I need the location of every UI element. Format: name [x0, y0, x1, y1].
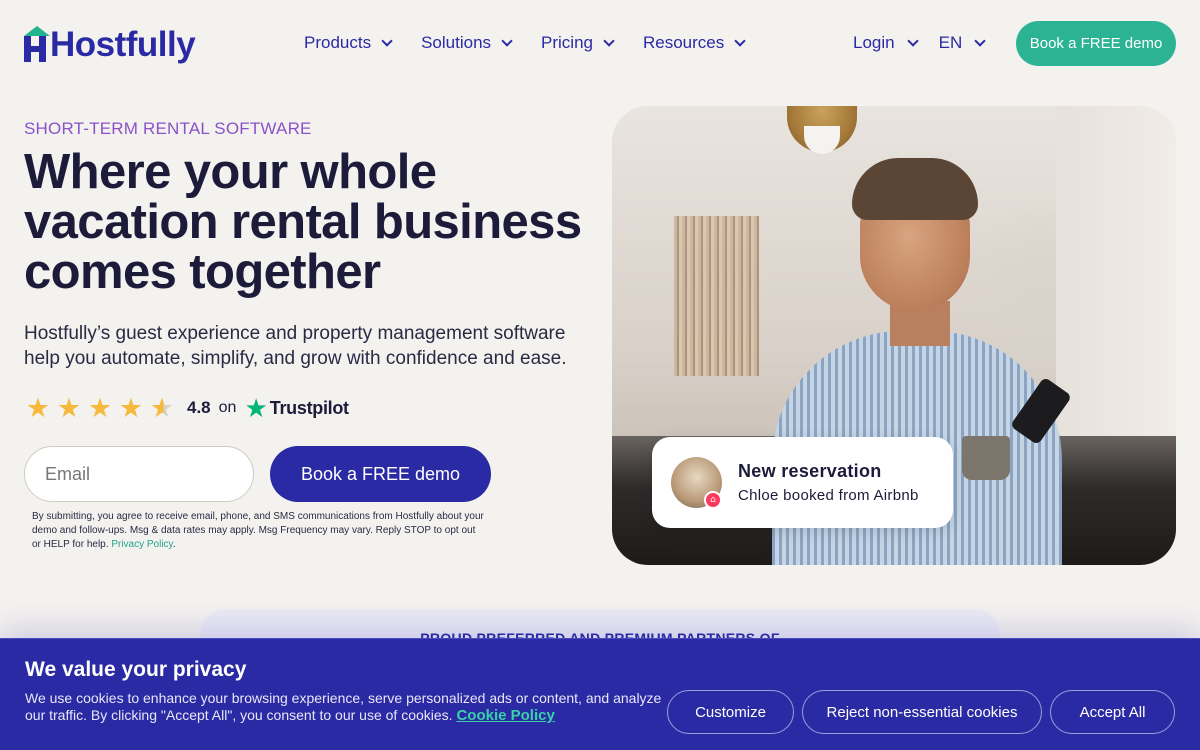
chevron-down-icon: [603, 35, 615, 47]
reject-cookies-button[interactable]: Reject non-essential cookies: [802, 690, 1042, 734]
nav-label: Products: [304, 33, 372, 52]
chevron-down-icon: [734, 35, 746, 47]
chevron-down-icon: [381, 35, 393, 47]
nav-resources[interactable]: Resources: [643, 30, 746, 56]
hero-eyebrow: SHORT-TERM RENTAL SOFTWARE: [24, 119, 312, 138]
airbnb-icon: ⌂: [704, 491, 722, 509]
chevron-down-icon: [906, 35, 919, 47]
sms-disclaimer: By submitting, you agree to receive emai…: [32, 511, 484, 550]
hero-subtitle: Hostfully’s guest experience and propert…: [24, 323, 567, 369]
cookie-text: We use cookies to enhance your browsing …: [25, 690, 665, 724]
cookie-body: We use cookies to enhance your browsing …: [25, 690, 662, 723]
nav-label: Resources: [643, 33, 725, 52]
customize-button[interactable]: Customize: [667, 690, 794, 734]
language-selector[interactable]: EN: [938, 30, 986, 56]
trustpilot-star-icon: ★: [244, 393, 268, 423]
notification-title: New reservation: [738, 461, 882, 481]
main-nav: Products Solutions Pricing Resources: [304, 30, 774, 56]
trustpilot-rating[interactable]: ★ ★ ★ ★ ★ 4.8 on ★ Trustpilot: [24, 394, 349, 422]
wall-tapestry: [674, 216, 759, 376]
rating-score: 4.8: [187, 398, 211, 417]
privacy-policy-link[interactable]: Privacy Policy: [111, 539, 173, 550]
reservation-notification-card: ⌂ New reservation Chloe booked from Airb…: [652, 437, 953, 528]
site-header: Hostfully Products Solutions Pricing Res…: [0, 0, 1200, 86]
login-menu[interactable]: Login: [853, 30, 919, 56]
nav-pricing[interactable]: Pricing: [541, 30, 615, 56]
coffee-mug: [962, 436, 1010, 480]
nav-label: Pricing: [541, 33, 593, 52]
hostfully-logo[interactable]: Hostfully: [24, 22, 196, 64]
cookie-title: We value your privacy: [25, 658, 247, 681]
book-demo-button[interactable]: Book a FREE demo: [270, 446, 491, 502]
star-icon: ★: [87, 393, 113, 423]
rating-on: on: [218, 399, 237, 416]
nav-solutions[interactable]: Solutions: [421, 30, 513, 56]
cookie-policy-link[interactable]: Cookie Policy: [456, 707, 554, 724]
house-icon: [24, 24, 50, 62]
nav-products[interactable]: Products: [304, 30, 393, 56]
disclaimer-text: By submitting, you agree to receive emai…: [32, 511, 484, 550]
notification-subtitle: Chloe booked from Airbnb: [738, 487, 919, 504]
cookie-banner: We value your privacy We use cookies to …: [0, 638, 1200, 750]
star-icon: ★: [118, 393, 144, 423]
chevron-down-icon: [974, 35, 986, 47]
header-book-demo-button[interactable]: Book a FREE demo: [1016, 21, 1176, 66]
trustpilot-wordmark: Trustpilot: [269, 397, 349, 418]
login-label: Login: [853, 33, 895, 52]
language-label: EN: [938, 33, 963, 52]
hero-title: Where your whole vacation rental busines…: [24, 145, 582, 299]
email-field[interactable]: [24, 446, 254, 502]
star-icon: ★: [25, 393, 51, 423]
nav-label: Solutions: [421, 33, 492, 52]
nav-right: Login EN: [853, 30, 1006, 56]
hero-photo: ⌂ New reservation Chloe booked from Airb…: [612, 106, 1176, 565]
half-star-icon: ★: [149, 393, 175, 423]
accept-all-button[interactable]: Accept All: [1050, 690, 1175, 734]
star-icon: ★: [56, 393, 82, 423]
chevron-down-icon: [501, 35, 513, 47]
